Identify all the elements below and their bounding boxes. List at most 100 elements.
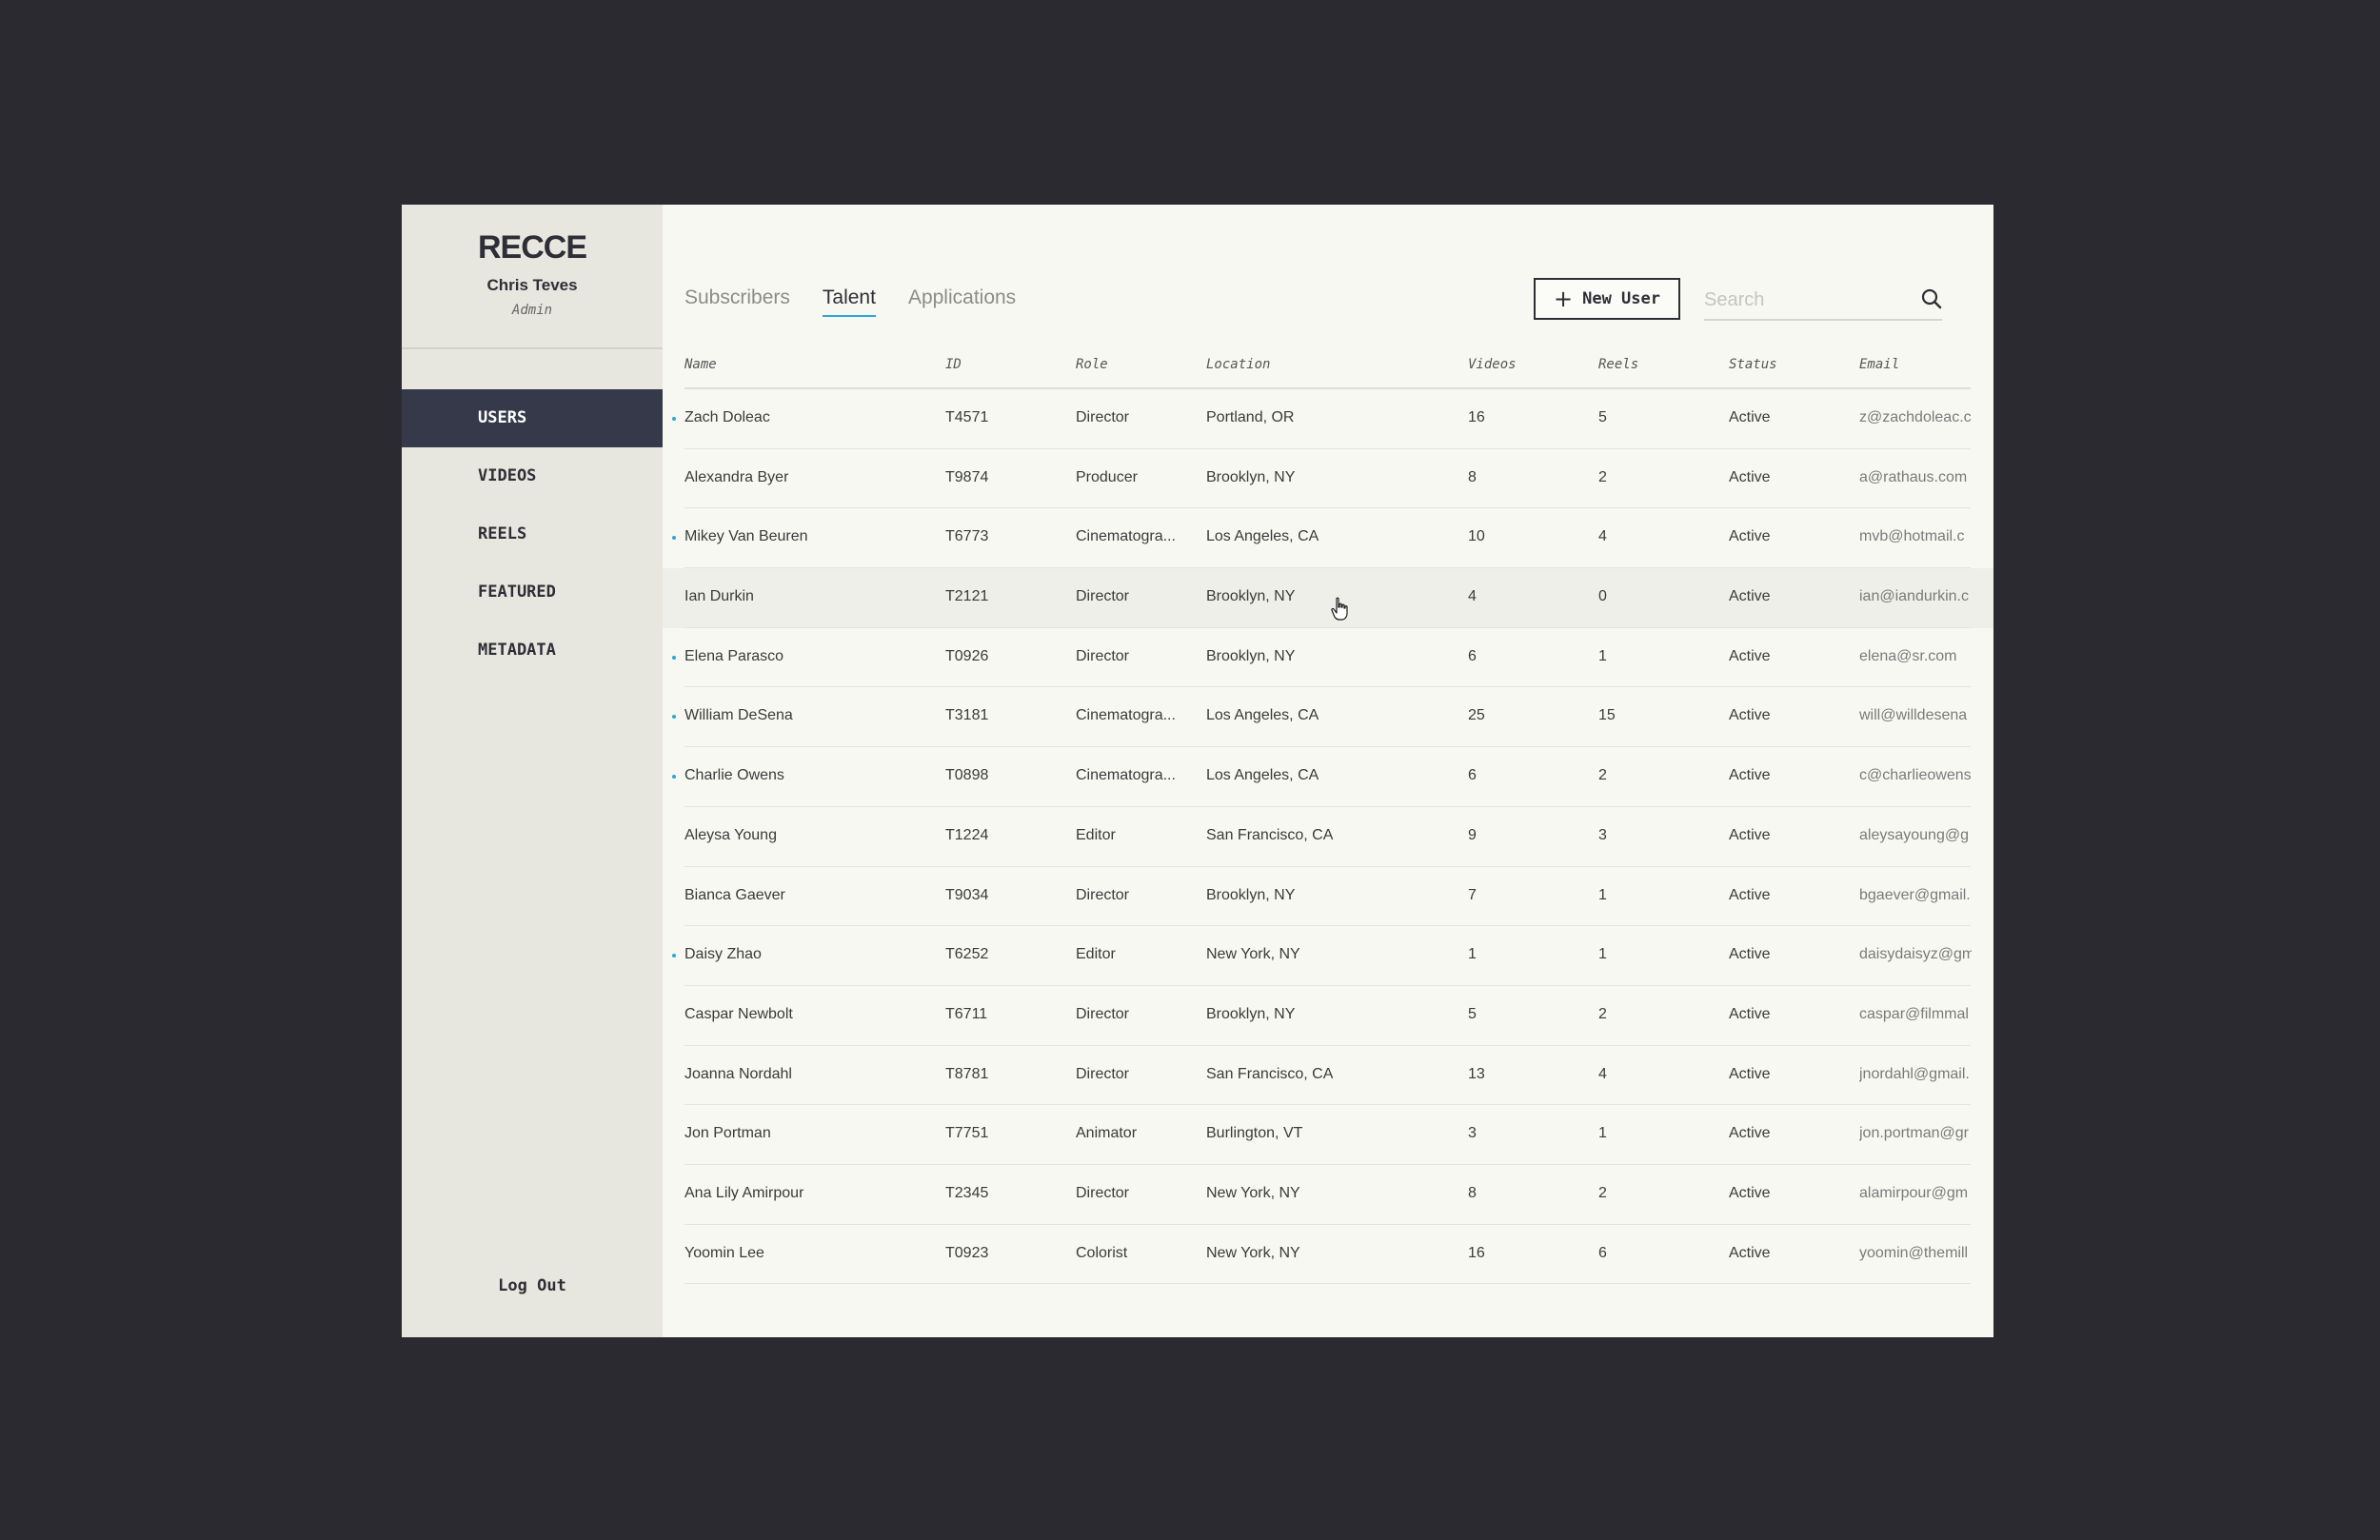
column-header-role[interactable]: Role [1076,357,1108,372]
column-header-id[interactable]: ID [945,357,962,372]
cell-location: Los Angeles, CA [1206,707,1319,724]
row-divider [684,1283,1971,1285]
column-header-location[interactable]: Location [1206,357,1270,372]
cell-email: elena@sr.com [1859,647,1957,664]
cell-videos: 7 [1468,886,1477,903]
users-table: Name ID Role Location Videos Reels Status Email… [663,349,1993,1285]
table-row[interactable]: Alexandra Byer T9874 Producer Brooklyn, NY 8… [663,449,1993,509]
cell-reels: 1 [1598,886,1607,903]
cell-name: Elena Parasco [684,647,784,664]
cell-status: Active [1729,1244,1771,1261]
cell-videos: 8 [1468,468,1477,485]
cell-role: Animator [1076,1125,1138,1142]
cell-videos: 6 [1468,767,1477,784]
user-role: Admin [511,303,553,318]
cell-role: Director [1076,1005,1130,1022]
cell-email: bgaever@gmail. [1859,886,1971,903]
table-row[interactable]: Bianca Gaever T9034 Director Brooklyn, NY 7 1… [663,867,1993,927]
cell-id: T6711 [945,1005,988,1022]
tab-applications[interactable]: Applications [908,286,1016,317]
tab-subscribers[interactable]: Subscribers [684,286,790,317]
search-input[interactable] [1704,285,1904,315]
cell-location: Brooklyn, NY [1206,647,1296,664]
cell-location: Brooklyn, NY [1206,588,1296,605]
cell-role: Cinematogra... [1076,767,1176,784]
new-user-button[interactable]: + New User [1534,278,1680,320]
column-header-email[interactable]: Email [1859,357,1899,372]
cell-id: T9034 [945,886,989,903]
cell-email: jon.portman@gr [1859,1125,1969,1142]
cell-id: T7751 [945,1125,989,1142]
search-icon[interactable] [1921,288,1942,309]
cell-name: Mikey Van Beuren [684,528,808,545]
column-header-videos[interactable]: Videos [1468,357,1517,372]
cell-name: Charlie Owens [684,767,784,784]
cell-videos: 8 [1468,1184,1477,1201]
cell-status: Active [1729,647,1771,664]
cell-status: Active [1729,707,1771,724]
cell-reels: 2 [1598,468,1607,485]
table-row[interactable]: Aleysa Young T1224 Editor San Francisco, CA… [663,807,1993,867]
cell-name: William DeSena [684,707,793,724]
cell-location: New York, NY [1206,1244,1300,1261]
cell-reels: 15 [1598,707,1616,724]
column-header-name[interactable]: Name [684,357,717,372]
table-row[interactable]: Elena Parasco T0926 Director Brooklyn, NY 6 1… [663,628,1993,688]
column-header-status[interactable]: Status [1729,357,1777,372]
cell-location: Portland, OR [1206,409,1295,425]
sidebar-nav: USERS VIDEOS REELS FEATURED METADATA [402,389,663,680]
sidebar-item-metadata[interactable]: METADATA [402,622,663,680]
table-row[interactable]: Jon Portman T7751 Animator Burlington, VT 3 1… [663,1105,1993,1165]
cell-location: San Francisco, CA [1206,826,1334,843]
cell-status: Active [1729,1005,1771,1022]
cell-email: z@zachdoleac.c [1859,409,1972,425]
cell-id: T0898 [945,767,989,784]
table-row[interactable]: Yoomin Lee T0923 Colorist New York, NY 16 6 Ac… [663,1225,1993,1285]
table-row[interactable]: William DeSena T3181 Cinematogra... Los Ang… [663,687,1993,748]
cell-id: T2345 [945,1184,989,1201]
cell-location: Brooklyn, NY [1206,886,1296,903]
table-row[interactable]: Caspar Newbolt T6711 Director Brooklyn, NY 5… [663,986,1993,1046]
user-name: Chris Teves [486,276,578,294]
cell-id: T0926 [945,647,989,664]
table-row[interactable]: Daisy Zhao T6252 Editor New York, NY 1 1 Activ… [663,926,1993,986]
table-row[interactable]: Joanna Nordahl T8781 Director San Francisco… [663,1046,1993,1106]
app-window: RECCE Chris Teves Admin USERS VIDEOS REELS… [402,205,1993,1337]
table-row[interactable]: Mikey Van Beuren T6773 Cinematogra... Los A… [663,508,1993,569]
cell-status: Active [1729,468,1771,485]
cell-email: will@willdesena [1859,707,1968,724]
table-body: Zach Doleac T4571 Director Portland, OR 16 5 A… [663,389,1993,1285]
cell-name: Zach Doleac [684,409,770,425]
cell-reels: 4 [1598,528,1607,545]
plus-icon: + [1554,286,1574,312]
table-row[interactable]: Charlie Owens T0898 Cinematogra... Los Ange… [663,747,1993,807]
cell-location: Brooklyn, NY [1206,1005,1296,1022]
cell-videos: 16 [1468,1244,1485,1261]
table-row[interactable]: Ana Lily Amirpour T2345 Director New York, … [663,1165,1993,1225]
cell-role: Colorist [1076,1244,1128,1261]
cell-status: Active [1729,946,1771,963]
sidebar-item-reels[interactable]: REELS [402,505,663,563]
sidebar-item-videos[interactable]: VIDEOS [402,447,663,505]
cell-email: alamirpour@gm [1859,1184,1969,1201]
cell-id: T0923 [945,1244,989,1261]
sidebar-item-featured[interactable]: FEATURED [402,563,663,622]
logout-button[interactable]: Log Out [402,1276,663,1295]
cell-email: daisydaisyz@gm [1859,946,1972,963]
sidebar-item-users[interactable]: USERS [402,389,663,447]
cell-email: jnordahl@gmail. [1859,1065,1970,1082]
cell-location: Brooklyn, NY [1206,468,1296,485]
tab-talent[interactable]: Talent [822,286,876,317]
cell-status: Active [1729,826,1771,843]
table-row[interactable]: Ian Durkin T2121 Director Brooklyn, NY 4 0 Act… [663,568,1993,628]
sidebar: RECCE Chris Teves Admin USERS VIDEOS REELS… [402,205,663,1337]
cell-videos: 6 [1468,647,1477,664]
column-header-reels[interactable]: Reels [1598,357,1638,372]
logo[interactable]: RECCE [402,229,663,267]
cell-location: Burlington, VT [1206,1125,1303,1142]
cell-status: Active [1729,409,1771,425]
new-user-label: New User [1582,289,1660,308]
table-row[interactable]: Zach Doleac T4571 Director Portland, OR 16 5 A… [663,389,1993,449]
cell-videos: 1 [1468,946,1477,963]
cell-name: Daisy Zhao [684,946,762,963]
